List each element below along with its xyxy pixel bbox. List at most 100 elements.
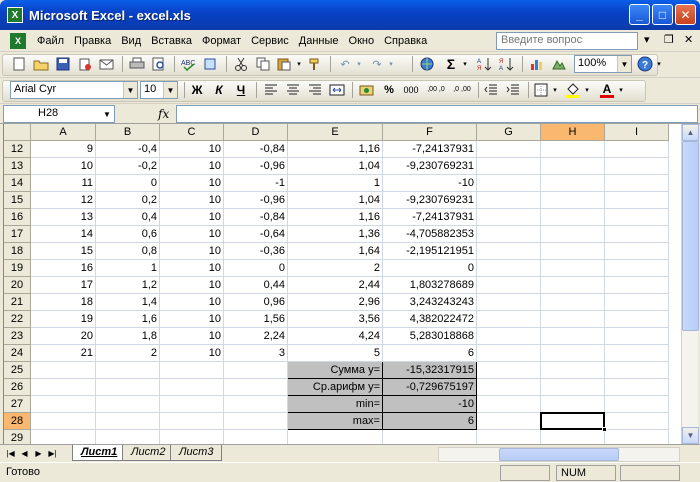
cell-b23[interactable]: 1,8 [96, 328, 160, 345]
row-header-20[interactable]: 20 [4, 277, 31, 294]
cell-e17[interactable]: 1,36 [288, 226, 383, 243]
cell-i23[interactable] [605, 328, 669, 345]
cell-g26[interactable] [477, 379, 541, 396]
font-name-dropdown-icon[interactable]: ▼ [123, 82, 137, 98]
document-icon[interactable]: X [10, 32, 26, 49]
prev-sheet-icon[interactable]: ◀ [18, 447, 31, 460]
decrease-decimal-button[interactable]: ,0 ,00 [450, 81, 474, 99]
cell-c16[interactable]: 10 [160, 209, 224, 226]
row-header-29[interactable]: 29 [4, 430, 31, 444]
cell-c21[interactable]: 10 [160, 294, 224, 311]
cell-a22[interactable]: 19 [31, 311, 96, 328]
cell-f15[interactable]: -9,230769231 [383, 192, 477, 209]
cell-h19[interactable] [541, 260, 605, 277]
cell-g28[interactable] [477, 413, 541, 430]
row-header-27[interactable]: 27 [4, 396, 31, 413]
cell-e14[interactable]: 1 [288, 175, 383, 192]
cell-e19[interactable]: 2 [288, 260, 383, 277]
cell-c18[interactable]: 10 [160, 243, 224, 260]
cell-b25[interactable] [96, 362, 160, 379]
insert-function-icon[interactable]: fx [158, 107, 169, 121]
cell-f24[interactable]: 6 [383, 345, 477, 362]
row-header-15[interactable]: 15 [4, 192, 31, 209]
cell-b14[interactable]: 0 [96, 175, 160, 192]
cell-h15[interactable] [541, 192, 605, 209]
print-preview-icon[interactable] [150, 55, 168, 73]
cell-i12[interactable] [605, 141, 669, 158]
cell-h21[interactable] [541, 294, 605, 311]
cell-b29[interactable] [96, 430, 160, 444]
paste-icon[interactable] [276, 55, 294, 73]
cell-g20[interactable] [477, 277, 541, 294]
help-icon[interactable]: ? [636, 55, 654, 73]
cell-h13[interactable] [541, 158, 605, 175]
cell-c19[interactable]: 10 [160, 260, 224, 277]
cell-g29[interactable] [477, 430, 541, 444]
decrease-indent-icon[interactable] [482, 81, 500, 99]
spelling-icon[interactable]: ABC [180, 55, 198, 73]
cell-i17[interactable] [605, 226, 669, 243]
cell-f18[interactable]: -2,195121951 [383, 243, 477, 260]
cell-i20[interactable] [605, 277, 669, 294]
cell-e27[interactable]: min= [288, 396, 383, 413]
cell-f12[interactable]: -7,24137931 [383, 141, 477, 158]
research-icon[interactable] [202, 55, 220, 73]
cell-i19[interactable] [605, 260, 669, 277]
cell-d22[interactable]: 1,56 [224, 311, 288, 328]
cell-i24[interactable] [605, 345, 669, 362]
cell-h20[interactable] [541, 277, 605, 294]
cell-a17[interactable]: 14 [31, 226, 96, 243]
row-header-16[interactable]: 16 [4, 209, 31, 226]
paste-options-dropdown[interactable]: ▾ [294, 55, 304, 73]
cell-h12[interactable] [541, 141, 605, 158]
cell-i29[interactable] [605, 430, 669, 444]
fill-color-icon[interactable] [564, 81, 582, 99]
percent-format-button[interactable]: % [380, 81, 398, 99]
cell-e18[interactable]: 1,64 [288, 243, 383, 260]
cell-e23[interactable]: 4,24 [288, 328, 383, 345]
cell-f13[interactable]: -9,230769231 [383, 158, 477, 175]
underline-button[interactable]: Ч [232, 81, 250, 99]
row-header-25[interactable]: 25 [4, 362, 31, 379]
cell-d25[interactable] [224, 362, 288, 379]
cell-e13[interactable]: 1,04 [288, 158, 383, 175]
cell-d29[interactable] [224, 430, 288, 444]
undo-dropdown[interactable]: ▾ [354, 55, 364, 73]
cell-f29[interactable] [383, 430, 477, 444]
redo-dropdown[interactable]: ▾ [386, 55, 396, 73]
sort-descending-icon[interactable]: ЯА [498, 55, 516, 73]
cell-a14[interactable]: 11 [31, 175, 96, 192]
cell-g12[interactable] [477, 141, 541, 158]
copy-icon[interactable] [254, 55, 272, 73]
cell-i21[interactable] [605, 294, 669, 311]
cell-c29[interactable] [160, 430, 224, 444]
menu-format[interactable]: Формат [197, 35, 246, 47]
cell-g27[interactable] [477, 396, 541, 413]
cell-a20[interactable]: 17 [31, 277, 96, 294]
cell-f16[interactable]: -7,24137931 [383, 209, 477, 226]
cell-h14[interactable] [541, 175, 605, 192]
font-size-select[interactable]: 10 ▼ [140, 81, 178, 99]
cell-h29[interactable] [541, 430, 605, 444]
cell-g16[interactable] [477, 209, 541, 226]
cell-b19[interactable]: 1 [96, 260, 160, 277]
cell-g23[interactable] [477, 328, 541, 345]
cell-f23[interactable]: 5,283018868 [383, 328, 477, 345]
cell-g13[interactable] [477, 158, 541, 175]
cell-f26[interactable]: -0,729675197 [383, 379, 477, 396]
cell-h25[interactable] [541, 362, 605, 379]
doc-close-icon[interactable]: ✕ [684, 33, 693, 46]
cell-b20[interactable]: 1,2 [96, 277, 160, 294]
zoom-dropdown-icon[interactable]: ▼ [617, 56, 631, 72]
row-header-13[interactable]: 13 [4, 158, 31, 175]
vertical-scrollbar[interactable]: ▲ ▼ [681, 124, 699, 444]
formula-input[interactable] [176, 105, 698, 123]
email-icon[interactable] [98, 55, 116, 73]
help-dropdown[interactable]: ▾ [654, 55, 664, 73]
menu-help[interactable]: Справка [379, 35, 432, 47]
cell-a23[interactable]: 20 [31, 328, 96, 345]
cell-c12[interactable]: 10 [160, 141, 224, 158]
cell-e20[interactable]: 2,44 [288, 277, 383, 294]
cell-a25[interactable] [31, 362, 96, 379]
menu-window[interactable]: Окно [344, 35, 380, 47]
